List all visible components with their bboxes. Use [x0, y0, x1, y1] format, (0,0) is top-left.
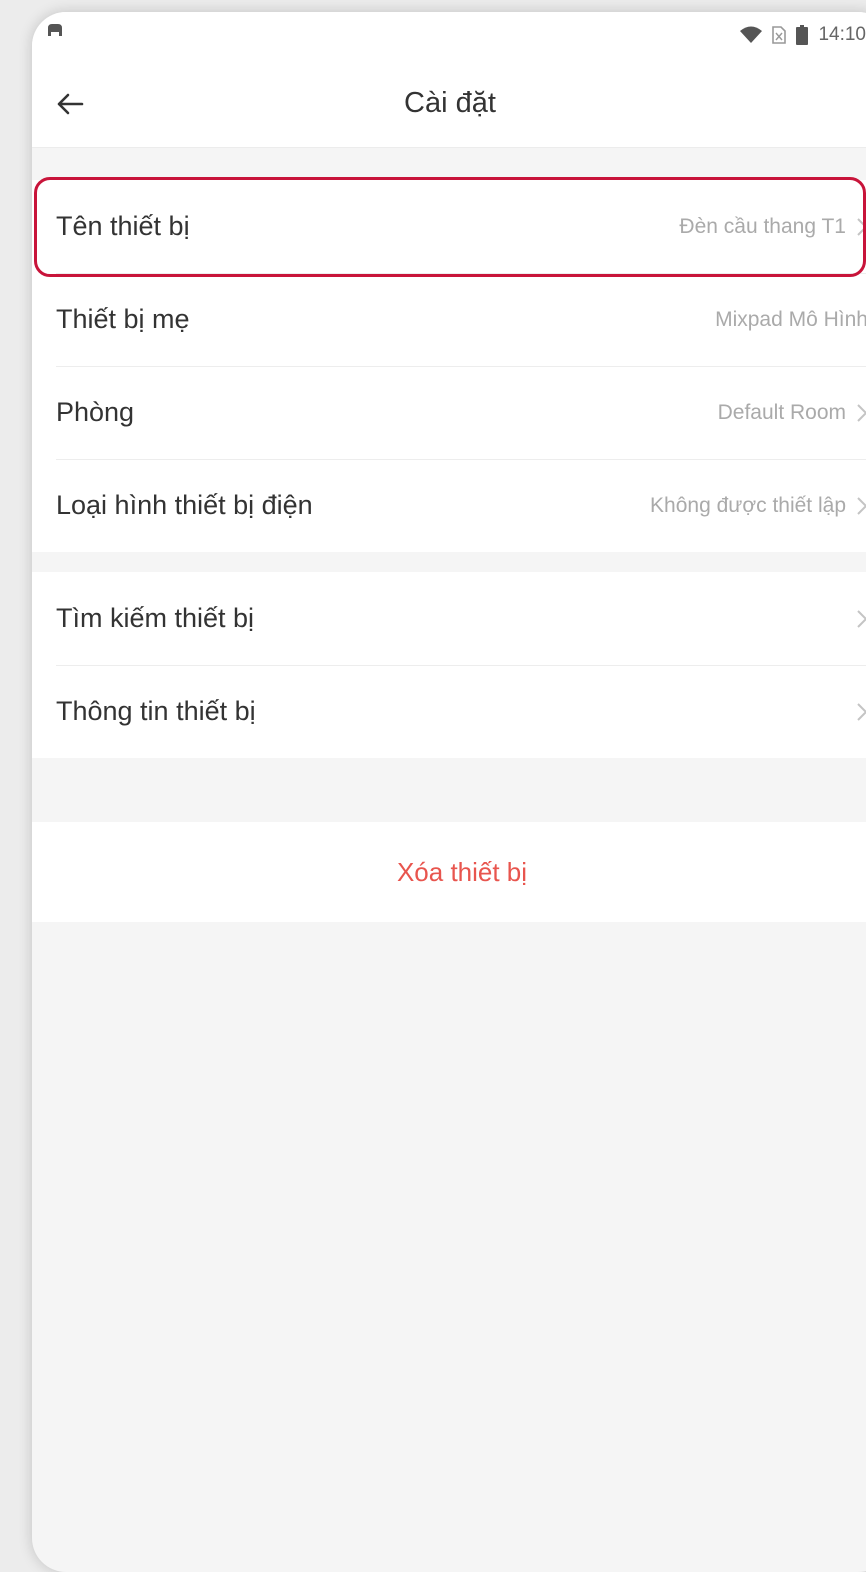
row-value: Default Room [717, 400, 846, 424]
no-sim-icon [772, 26, 787, 44]
settings-row-parent-device[interactable]: Thiết bị mẹ Mixpad Mô Hình [32, 273, 866, 366]
row-label: Tên thiết bị [56, 211, 190, 241]
delete-device-button[interactable]: Xóa thiết bị [32, 822, 866, 922]
row-value: Mixpad Mô Hình [715, 307, 866, 331]
device-settings-group: Tên thiết bị Đèn cầu thang T1 Thiết bị m… [32, 180, 866, 552]
settings-row-device-info[interactable]: Thông tin thiết bị [32, 665, 866, 758]
back-button[interactable] [48, 86, 92, 122]
settings-row-appliance-type[interactable]: Loại hình thiết bị điện Không được thiết… [32, 459, 866, 552]
settings-row-device-name[interactable]: Tên thiết bị Đèn cầu thang T1 [32, 180, 866, 273]
row-label: Loại hình thiết bị điện [56, 490, 313, 520]
row-value: Đèn cầu thang T1 [679, 214, 846, 238]
row-label: Thiết bị mẹ [56, 304, 190, 334]
app-bar: Cài đặt [32, 58, 866, 148]
app-notification-icon [48, 24, 62, 36]
wifi-icon [740, 26, 763, 43]
page-title: Cài đặt [404, 86, 496, 119]
status-bar: 14:10 [32, 12, 866, 58]
back-arrow-icon [57, 93, 84, 115]
row-label: Tìm kiếm thiết bị [56, 603, 255, 633]
row-label: Thông tin thiết bị [56, 696, 256, 726]
chevron-right-icon [857, 496, 866, 515]
chevron-right-icon [857, 702, 866, 721]
status-time: 14:10 [818, 24, 866, 45]
chevron-right-icon [857, 403, 866, 422]
row-label: Phòng [56, 397, 135, 427]
chevron-right-icon [857, 609, 866, 628]
device-tools-group: Tìm kiếm thiết bị Thông tin thiết bị [32, 572, 866, 758]
row-value: Không được thiết lập [650, 493, 846, 517]
battery-icon [796, 25, 809, 45]
status-icons: 14:10 [740, 24, 866, 46]
settings-row-room[interactable]: Phòng Default Room [32, 366, 866, 459]
phone-screen: 14:10 Cài đặt Tên thiết bị Đèn cầu thang… [32, 12, 866, 1572]
chevron-right-icon [857, 217, 866, 236]
settings-row-find-device[interactable]: Tìm kiếm thiết bị [32, 572, 866, 665]
